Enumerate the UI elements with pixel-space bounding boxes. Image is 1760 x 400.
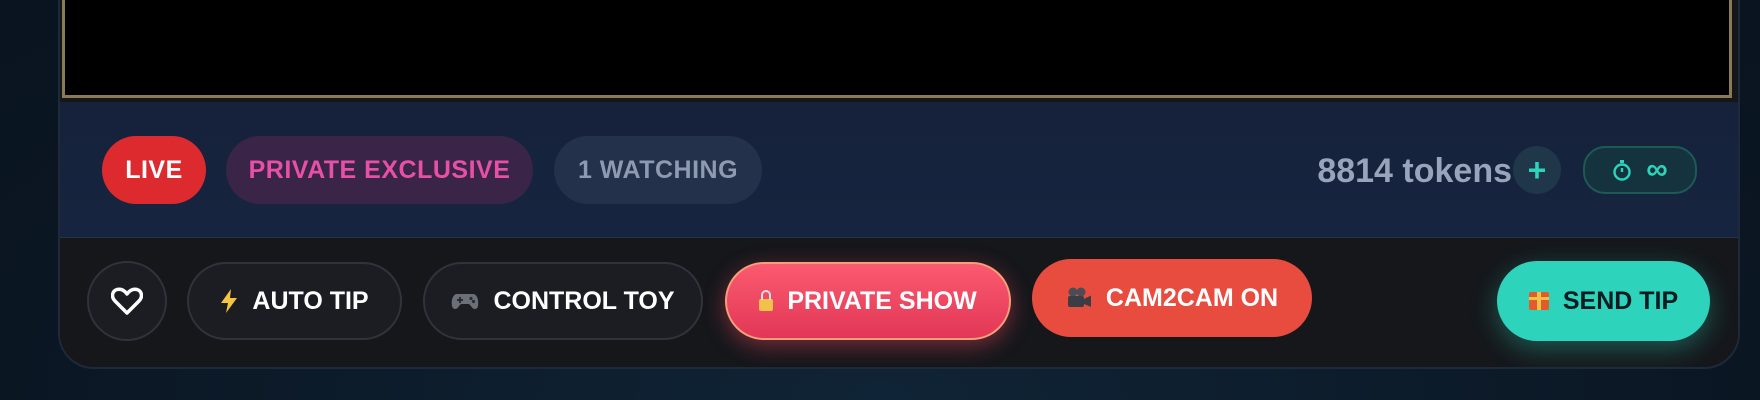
cam2cam-label: CAM2CAM ON	[1105, 283, 1279, 312]
video-area[interactable]	[62, 0, 1732, 98]
stage: LIVE PRIVATE EXCLUSIVE 1 WATCHING 8814 t…	[0, 0, 1760, 400]
add-tokens-button[interactable]: +	[1513, 146, 1561, 194]
control-toy-button[interactable]: CONTROL TOY	[423, 262, 703, 340]
token-balance: 8814 tokens	[1317, 152, 1512, 190]
private-show-button[interactable]: PRIVATE SHOW	[725, 262, 1011, 340]
gift-icon	[1528, 292, 1549, 310]
private-show-label: PRIVATE SHOW	[787, 286, 977, 315]
watching-count-label: 1 WATCHING	[577, 155, 739, 184]
gamepad-icon	[451, 290, 479, 312]
heart-icon	[111, 287, 143, 315]
plus-icon: +	[1527, 151, 1547, 188]
timer-value: ∞	[1646, 153, 1668, 186]
send-tip-button[interactable]: SEND TIP	[1497, 261, 1710, 341]
control-toy-label: CONTROL TOY	[493, 286, 675, 315]
send-tip-label: SEND TIP	[1562, 286, 1679, 315]
status-bar: LIVE PRIVATE EXCLUSIVE 1 WATCHING 8814 t…	[60, 102, 1738, 238]
action-bar: AUTO TIP CONTROL TOY PRIVATE SHOW CAM2CA…	[60, 238, 1738, 367]
auto-tip-button[interactable]: AUTO TIP	[187, 262, 402, 340]
live-badge: LIVE	[102, 136, 206, 204]
video-camera-icon	[1066, 286, 1092, 310]
lock-icon	[759, 289, 774, 311]
live-badge-label: LIVE	[125, 155, 183, 184]
favorite-button[interactable]	[87, 261, 167, 341]
timer-badge[interactable]: ∞	[1583, 146, 1697, 194]
lightning-icon	[220, 289, 238, 313]
private-exclusive-label: PRIVATE EXCLUSIVE	[248, 155, 511, 184]
watching-count-badge: 1 WATCHING	[554, 136, 762, 204]
player-panel: LIVE PRIVATE EXCLUSIVE 1 WATCHING 8814 t…	[58, 0, 1740, 369]
cam2cam-button[interactable]: CAM2CAM ON	[1032, 259, 1312, 337]
stopwatch-icon	[1612, 159, 1632, 181]
auto-tip-label: AUTO TIP	[252, 286, 369, 315]
private-exclusive-badge: PRIVATE EXCLUSIVE	[226, 136, 533, 204]
